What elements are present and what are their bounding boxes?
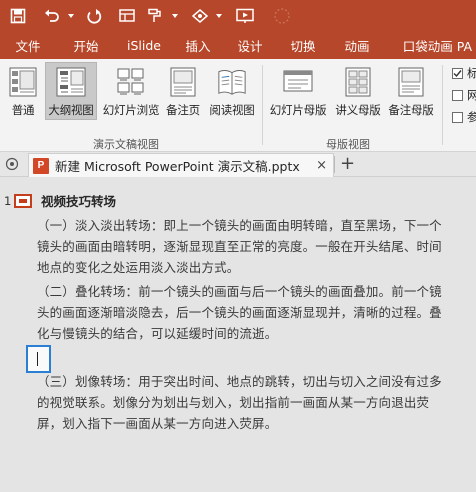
tab-file[interactable]: 文件 <box>0 31 56 59</box>
guides-checkbox-label: 参 <box>467 110 476 124</box>
close-tab-icon[interactable]: × <box>316 158 327 173</box>
tab-animations[interactable]: 动画 <box>330 31 384 59</box>
outline-view-icon <box>56 66 86 98</box>
slide-title[interactable]: 视频技巧转场 <box>41 191 116 210</box>
reading-view-button[interactable]: 阅读视图 <box>206 63 258 119</box>
undo-icon[interactable] <box>40 4 64 28</box>
document-tab-title: 新建 Microsoft PowerPoint 演示文稿.pptx <box>55 159 300 174</box>
save-icon[interactable] <box>6 4 30 28</box>
group-separator <box>262 65 263 145</box>
tab-pocket-animation[interactable]: 口袋动画 PA <box>384 31 476 59</box>
ruler-checkbox[interactable] <box>452 68 463 79</box>
text-cursor-placeholder[interactable] <box>26 345 51 373</box>
slide-thumbnail-icon[interactable] <box>14 194 32 208</box>
slide-sorter-icon <box>116 66 146 98</box>
ruler-checkbox-label: 标 <box>467 66 476 80</box>
tab-separator <box>334 156 335 173</box>
document-tab[interactable]: P 新建 Microsoft PowerPoint 演示文稿.pptx × <box>28 153 334 177</box>
tab-islide[interactable]: iSlide <box>116 31 172 59</box>
notes-page-button[interactable]: 备注页 <box>163 63 203 119</box>
slide-master-icon <box>283 66 313 98</box>
tab-home[interactable]: 开始 <box>56 31 116 59</box>
document-settings-icon[interactable] <box>5 157 19 174</box>
text-caret <box>37 352 38 366</box>
tab-insert[interactable]: 插入 <box>172 31 224 59</box>
notes-master-button[interactable]: 备注母版 <box>385 63 437 119</box>
ribbon-view: 普通 大纲视图 幻灯片浏览 备注页 阅读视图 演示文稿视图 幻灯片母版 讲义母版… <box>0 59 476 152</box>
handout-master-icon <box>343 66 373 98</box>
slide-sorter-button[interactable]: 幻灯片浏览 <box>100 63 162 119</box>
group-separator <box>442 65 443 145</box>
notes-page-icon <box>168 66 198 98</box>
format-painter-icon[interactable] <box>144 4 168 28</box>
handout-master-button[interactable]: 讲义母版 <box>332 63 384 119</box>
loading-icon <box>270 4 294 28</box>
layout-icon[interactable] <box>116 4 140 28</box>
tab-design[interactable]: 设计 <box>224 31 276 59</box>
normal-view-button[interactable]: 普通 <box>4 63 42 119</box>
quick-access-toolbar <box>0 0 476 31</box>
shape-icon[interactable] <box>188 4 212 28</box>
presentation-views-group-label: 演示文稿视图 <box>93 138 159 151</box>
new-tab-icon[interactable]: + <box>340 154 355 174</box>
gridlines-checkbox[interactable] <box>452 90 463 101</box>
shape-dropdown-icon[interactable] <box>214 4 224 28</box>
outline-paragraph[interactable]: （一）淡入淡出转场：即上一个镜头的画面由明转暗，直至黑场，下一个镜头的画面由暗转… <box>37 215 451 278</box>
master-views-group-label: 母版视图 <box>326 138 370 151</box>
ribbon-tabs: 文件 开始 iSlide 插入 设计 切换 动画 口袋动画 PA <box>0 31 476 59</box>
tab-transitions[interactable]: 切换 <box>276 31 330 59</box>
outline-paragraph[interactable]: （二）叠化转场：前一个镜头的画面与后一个镜头的画面叠加。前一个镜头的画面逐渐暗淡… <box>37 281 451 344</box>
redo-icon[interactable] <box>82 4 106 28</box>
slide-number: 1 <box>4 194 12 208</box>
normal-view-icon <box>8 66 38 98</box>
outline-view-button[interactable]: 大纲视图 <box>45 62 97 120</box>
document-tab-bar: P 新建 Microsoft PowerPoint 演示文稿.pptx × + <box>0 152 476 177</box>
format-dropdown-icon[interactable] <box>170 4 180 28</box>
slideshow-icon[interactable] <box>234 4 258 28</box>
notes-master-icon <box>396 66 426 98</box>
guides-checkbox[interactable] <box>452 112 463 123</box>
outline-paragraph[interactable]: （三）划像转场：用于突出时间、地点的跳转，切出与切入之间没有过多的视觉联系。划像… <box>37 371 451 434</box>
reading-view-icon <box>217 66 247 98</box>
outline-pane[interactable]: 1 视频技巧转场 （一）淡入淡出转场：即上一个镜头的画面由明转暗，直至黑场，下一… <box>0 177 476 492</box>
powerpoint-file-icon: P <box>33 157 49 174</box>
slide-master-button[interactable]: 幻灯片母版 <box>266 63 330 119</box>
undo-dropdown-icon[interactable] <box>66 4 76 28</box>
gridlines-checkbox-label: 网 <box>467 88 476 102</box>
